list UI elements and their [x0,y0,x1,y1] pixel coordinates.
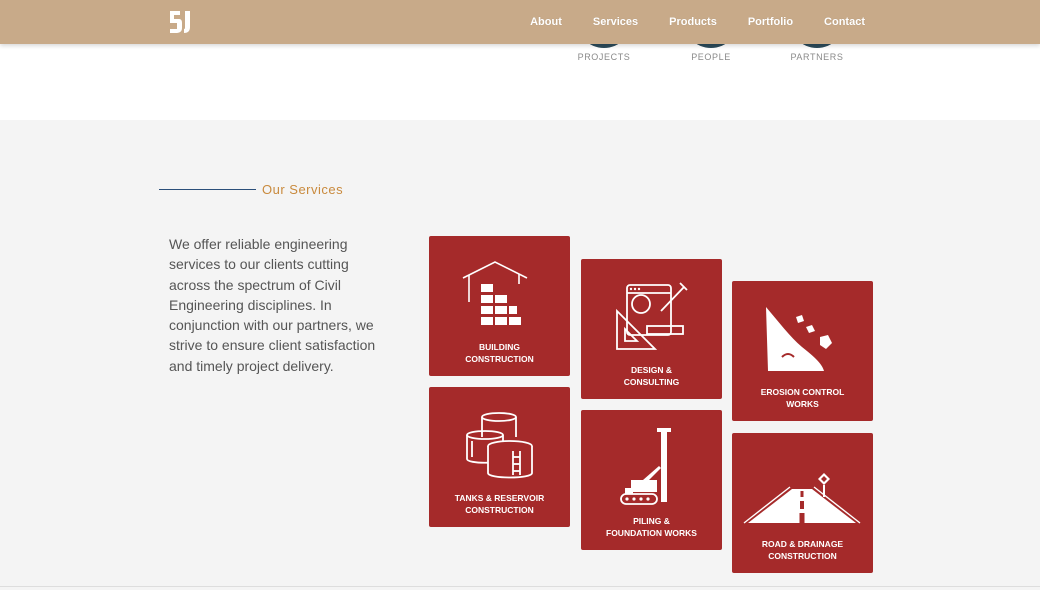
main-nav: About Services Products Portfolio Contac… [499,0,865,44]
service-tile-tanks[interactable]: TANKS & RESERVOIR CONSTRUCTION [429,387,570,527]
tile-caption-line1: ROAD & DRAINAGE [761,539,844,549]
section-heading: Our Services [159,182,343,197]
nav-link-contact[interactable]: Contact [824,16,865,28]
tile-caption-line2: CONSTRUCTION [768,551,837,561]
tile-caption: TANKS & RESERVOIR CONSTRUCTION [429,492,570,516]
tile-caption: DESIGN & CONSULTING [581,364,722,388]
tile-caption: PILING & FOUNDATION WORKS [581,515,722,539]
tile-caption-line2: FOUNDATION WORKS [606,528,697,538]
nav-link-services[interactable]: Services [593,16,638,28]
service-tile-road[interactable]: ROAD & DRAINAGE CONSTRUCTION [732,433,873,573]
nav-link-about[interactable]: About [530,16,562,28]
tile-caption: ROAD & DRAINAGE CONSTRUCTION [732,538,873,562]
tile-caption: EROSION CONTROL WORKS [732,386,873,410]
tile-caption-line2: WORKS [786,399,819,409]
heading-rule [159,189,256,190]
service-tile-piling[interactable]: PILING & FOUNDATION WORKS [581,410,722,550]
stat-label-partners: PARTNERS [790,52,844,62]
logo-icon [170,11,190,33]
tile-caption-line1: DESIGN & [630,365,673,375]
section-title: Our Services [262,182,344,197]
stat-label-projects: PROJECTS [577,52,631,62]
tile-caption-line2: CONSTRUCTION [465,354,534,364]
tile-caption-line1: BUILDING [478,342,521,352]
service-tile-erosion[interactable]: EROSION CONTROL WORKS [732,281,873,421]
top-navbar: About Services Products Portfolio Contac… [0,0,1040,44]
stat-label-people: PEOPLE [691,52,731,62]
service-tile-design[interactable]: DESIGN & CONSULTING [581,259,722,399]
tile-caption-line1: PILING & [633,516,670,526]
services-intro: We offer reliable engineering services t… [169,236,376,374]
nav-link-portfolio[interactable]: Portfolio [748,16,793,28]
logo[interactable] [167,8,195,36]
tile-caption-line2: CONSTRUCTION [465,505,534,515]
tile-caption-line1: TANKS & RESERVOIR [454,493,545,503]
tile-caption: BUILDING CONSTRUCTION [429,341,570,365]
tile-caption-line2: CONSULTING [623,377,680,387]
service-tile-building[interactable]: BUILDING CONSTRUCTION [429,236,570,376]
tile-caption-line1: EROSION CONTROL [760,387,845,397]
footer-divider [0,586,1040,587]
nav-link-products[interactable]: Products [669,16,717,28]
